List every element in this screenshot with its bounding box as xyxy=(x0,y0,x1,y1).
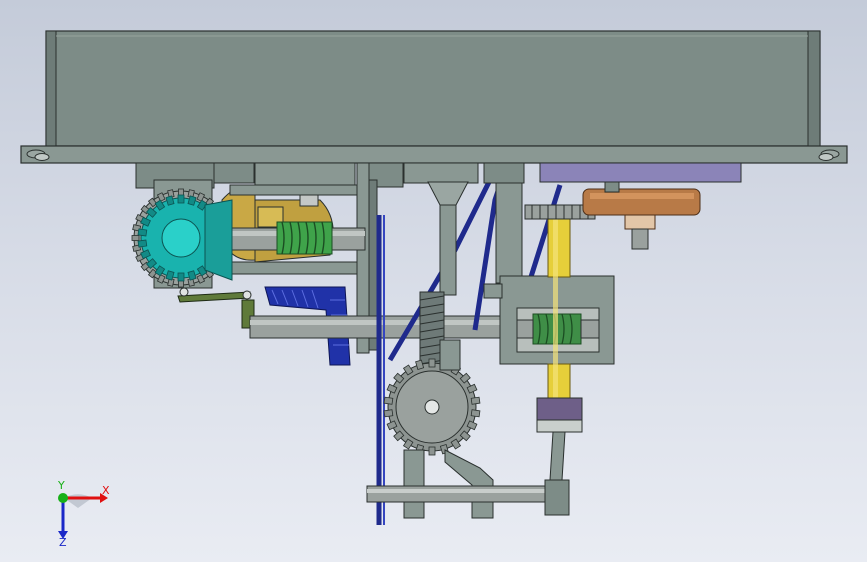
y-axis-label: Y xyxy=(57,479,65,492)
spur-gear-center[interactable] xyxy=(383,358,481,456)
bronze-pulley[interactable] xyxy=(582,188,701,250)
housing-top[interactable] xyxy=(45,30,821,147)
violet-plate[interactable] xyxy=(539,162,742,183)
cad-viewport[interactable] xyxy=(0,0,867,562)
bevel-gear-left[interactable] xyxy=(131,188,233,288)
coordinate-triad: X Y Z xyxy=(57,479,110,548)
x-axis-label: X xyxy=(102,484,110,497)
linkage-lever[interactable] xyxy=(177,287,255,329)
gear-tooth xyxy=(131,235,140,241)
gear-tooth xyxy=(383,396,394,405)
gear-tooth xyxy=(383,409,394,418)
gear-tooth xyxy=(137,239,148,248)
lower-shaft[interactable] xyxy=(366,479,570,516)
base-plate[interactable] xyxy=(20,145,848,164)
z-axis-label: Z xyxy=(59,536,67,548)
gear-tooth xyxy=(177,272,185,282)
gear-tooth xyxy=(428,446,436,456)
gear-tooth xyxy=(470,409,481,418)
gear-tooth xyxy=(177,194,185,204)
worm-box-right[interactable] xyxy=(483,275,615,365)
gear-tooth xyxy=(428,358,436,368)
y-axis-dot xyxy=(58,493,68,503)
gear-tooth xyxy=(470,396,481,405)
triad-arc xyxy=(64,494,92,508)
gear-tooth xyxy=(137,228,148,237)
right-rod[interactable] xyxy=(604,181,620,193)
worm-gear-left[interactable] xyxy=(276,221,333,255)
